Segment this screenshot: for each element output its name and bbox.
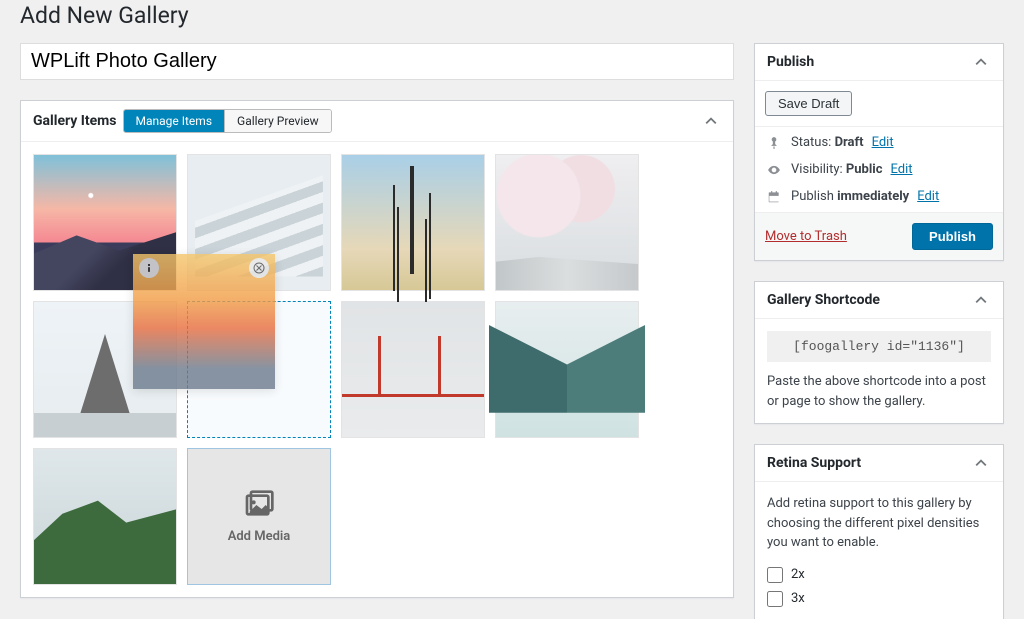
status-label: Status: Draft [791,135,864,150]
visibility-label: Visibility: Public [791,162,883,177]
shortcode-help: Paste the above shortcode into a post or… [767,372,991,411]
remove-icon[interactable] [249,258,269,278]
gallery-items-heading: Gallery Items [33,113,117,129]
gallery-items-metabox: Gallery Items Manage Items Gallery Previ… [20,100,734,598]
retina-heading: Retina Support [767,455,861,471]
collapse-toggle[interactable] [971,290,991,310]
save-draft-button[interactable]: Save Draft [765,91,852,116]
publish-metabox: Publish Save Draft Status: D [754,43,1004,261]
gallery-item[interactable] [341,301,485,438]
tab-gallery-preview[interactable]: Gallery Preview [225,110,331,132]
edit-schedule-link[interactable]: Edit [917,189,939,204]
info-icon[interactable] [139,258,159,278]
page-title: Add New Gallery [20,0,1004,29]
shortcode-metabox: Gallery Shortcode [foogallery id="1136"]… [754,281,1004,424]
tab-manage-items[interactable]: Manage Items [124,110,226,132]
retina-option[interactable]: 2x [767,563,991,587]
retina-metabox: Retina Support Add retina support to thi… [754,444,1004,619]
collapse-toggle[interactable] [971,453,991,473]
edit-status-link[interactable]: Edit [872,135,894,150]
gallery-item[interactable] [495,301,639,438]
media-icon [241,489,277,521]
publish-button[interactable]: Publish [912,223,993,250]
dragging-item[interactable] [133,254,275,389]
gallery-item[interactable] [341,154,485,291]
calendar-icon [765,190,783,204]
retina-option-label: 3x [791,591,805,606]
collapse-toggle[interactable] [971,52,991,72]
retina-checkbox[interactable] [767,567,783,583]
add-media-button[interactable]: Add Media [187,448,331,585]
visibility-icon [765,163,783,177]
gallery-item[interactable] [33,448,177,585]
gallery-title-input[interactable] [20,43,734,80]
retina-option[interactable]: 3x [767,587,991,611]
retina-option-label: 2x [791,567,805,582]
schedule-label: Publish immediately [791,189,909,204]
retina-help: Add retina support to this gallery by ch… [767,494,991,553]
shortcode-value[interactable]: [foogallery id="1136"] [767,331,991,362]
retina-checkbox[interactable] [767,591,783,607]
pin-icon [765,136,783,150]
gallery-item[interactable] [495,154,639,291]
move-to-trash-link[interactable]: Move to Trash [765,229,847,244]
shortcode-heading: Gallery Shortcode [767,292,880,308]
publish-heading: Publish [767,54,814,70]
collapse-toggle[interactable] [701,111,721,131]
add-media-label: Add Media [228,529,291,544]
edit-visibility-link[interactable]: Edit [891,162,913,177]
